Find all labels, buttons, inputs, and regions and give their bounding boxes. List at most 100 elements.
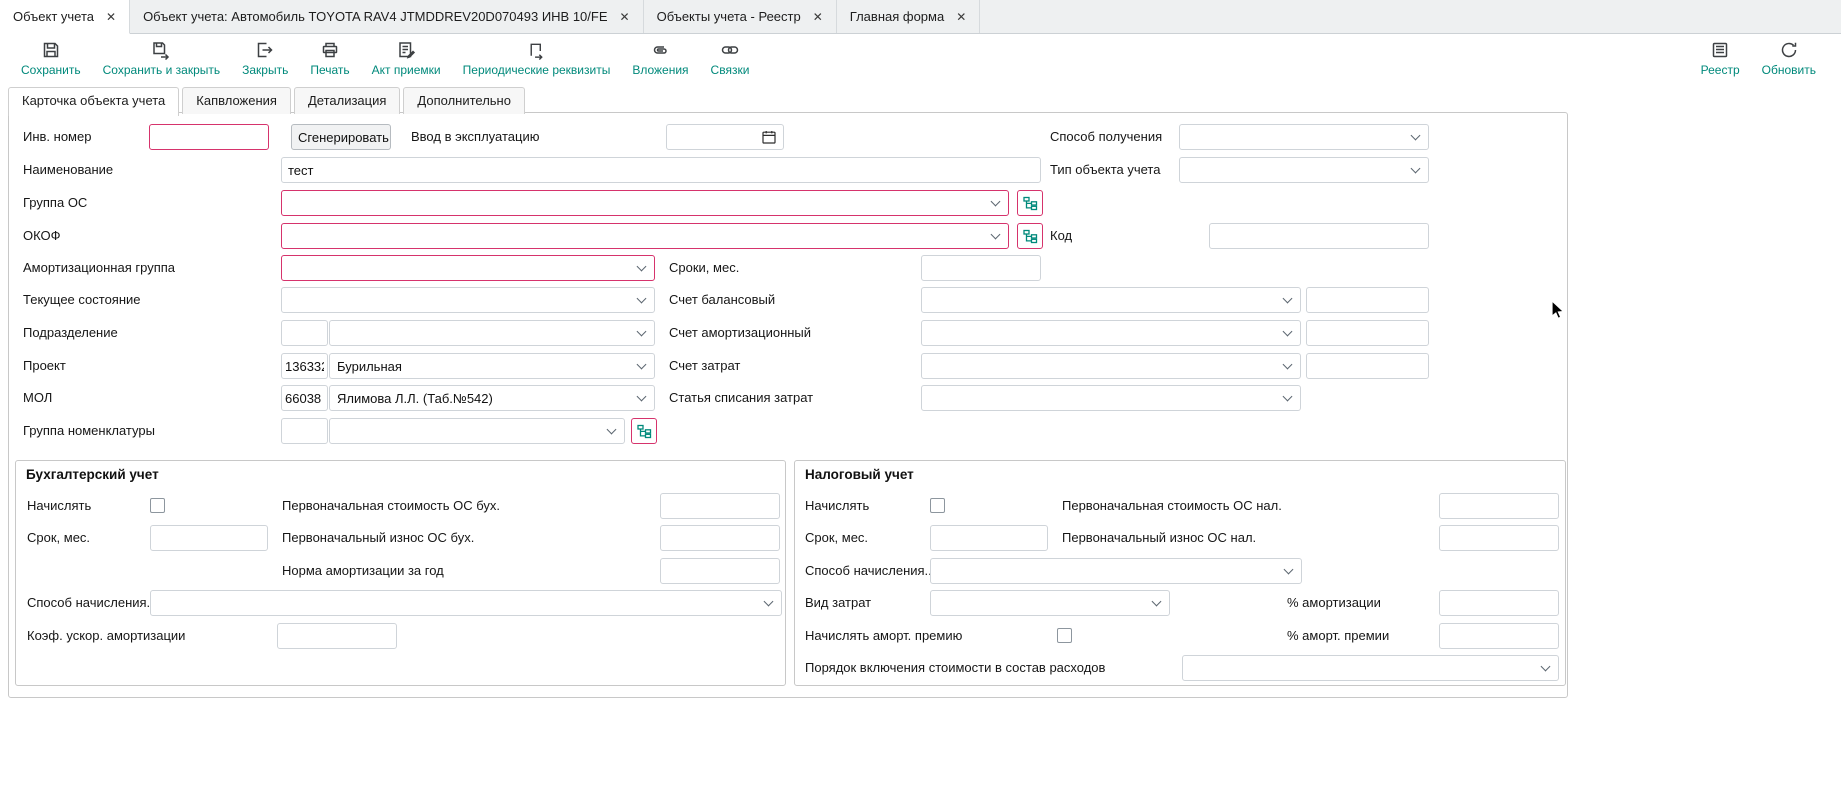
chevron-down-icon — [1152, 597, 1162, 607]
links-button[interactable]: Связки — [700, 39, 761, 78]
premium-pct-input[interactable] — [1439, 623, 1559, 649]
balance-account-code-input[interactable] — [1306, 287, 1429, 313]
nomenclature-code-input[interactable] — [281, 418, 328, 444]
acquisition-method-select[interactable] — [1179, 124, 1429, 150]
attachments-button[interactable]: Вложения — [621, 39, 699, 78]
mol-code-input[interactable] — [281, 385, 328, 411]
depreciation-group-select[interactable] — [281, 255, 655, 281]
term-label: Срок, мес. — [805, 525, 868, 551]
tax-accrue-checkbox[interactable] — [930, 498, 945, 513]
print-icon — [320, 40, 340, 60]
project-code-input[interactable] — [281, 353, 328, 379]
commissioning-date-input[interactable] — [666, 124, 784, 150]
save-icon — [41, 40, 61, 60]
initial-cost-label: Первоначальная стоимость ОС нал. — [1062, 493, 1282, 519]
chevron-down-icon — [991, 197, 1001, 207]
generate-button[interactable]: Сгенерировать — [291, 124, 391, 150]
refresh-button[interactable]: Обновить — [1751, 39, 1827, 78]
save-close-icon — [151, 40, 171, 60]
close-icon[interactable]: ✕ — [106, 11, 116, 23]
tree-icon — [1023, 196, 1038, 211]
print-button[interactable]: Печать — [299, 39, 360, 78]
cost-type-label: Вид затрат — [805, 590, 871, 616]
tab-label: Объекты учета - Реестр — [657, 9, 801, 24]
cost-account-select[interactable] — [921, 353, 1301, 379]
tax-initial-wear-input[interactable] — [1439, 525, 1559, 551]
okof-select[interactable] — [281, 223, 1009, 249]
inclusion-order-select[interactable] — [1182, 655, 1559, 681]
useful-life-input[interactable] — [921, 255, 1041, 281]
code-input[interactable] — [1209, 223, 1429, 249]
name-input[interactable] — [281, 157, 1041, 183]
document-pen-icon — [396, 40, 416, 60]
registry-button[interactable]: Реестр — [1690, 39, 1751, 78]
department-label: Подразделение — [23, 320, 118, 346]
toolbar-label: Обновить — [1762, 63, 1816, 77]
subtab-capex[interactable]: Капвложения — [182, 87, 291, 114]
initial-wear-input[interactable] — [660, 525, 780, 551]
annual-rate-input[interactable] — [660, 558, 780, 584]
initial-cost-input[interactable] — [660, 493, 780, 519]
okof-tree-button[interactable] — [1017, 223, 1043, 249]
link-icon — [720, 40, 740, 60]
term-input[interactable] — [150, 525, 268, 551]
cost-type-select[interactable] — [930, 590, 1170, 616]
terms-label: Сроки, мес. — [669, 255, 739, 281]
toolbar-label: Вложения — [632, 63, 688, 77]
subtab-additional[interactable]: Дополнительно — [403, 87, 525, 114]
okof-label: ОКОФ — [23, 223, 61, 249]
close-form-button[interactable]: Закрыть — [231, 39, 299, 78]
acceptance-act-button[interactable]: Акт приемки — [361, 39, 452, 78]
mol-select[interactable]: Ялимова Л.Л. (Таб.№542) — [329, 385, 655, 411]
chevron-down-icon — [1284, 565, 1294, 575]
tab-object-card[interactable]: Объект учета ✕ — [0, 0, 130, 34]
department-code-input[interactable] — [281, 320, 328, 346]
periodic-attributes-button[interactable]: Периодические реквизиты — [452, 39, 622, 78]
subtab-detail[interactable]: Детализация — [294, 87, 400, 114]
tax-term-input[interactable] — [930, 525, 1048, 551]
subtab-card[interactable]: Карточка объекта учета — [8, 87, 179, 116]
balance-account-select[interactable] — [921, 287, 1301, 313]
mol-label: МОЛ — [23, 385, 52, 411]
nomenclature-group-label: Группа номенклатуры — [23, 418, 155, 444]
select-value: Бурильная — [337, 359, 402, 374]
inv-number-input[interactable] — [149, 124, 269, 150]
project-select[interactable]: Бурильная — [329, 353, 655, 379]
cost-account-code-input[interactable] — [1306, 353, 1429, 379]
tab-objects-registry[interactable]: Объекты учета - Реестр ✕ — [644, 0, 837, 33]
accounting-panel: Бухгалтерский учет Начислять Первоначаль… — [15, 460, 786, 686]
object-type-select[interactable] — [1179, 157, 1429, 183]
accel-coef-input[interactable] — [277, 623, 397, 649]
close-icon[interactable]: ✕ — [620, 11, 630, 23]
nomenclature-select[interactable] — [329, 418, 625, 444]
current-state-select[interactable] — [281, 287, 655, 313]
accrue-premium-checkbox[interactable] — [1057, 628, 1072, 643]
accel-coef-label: Коэф. ускор. амортизации — [27, 623, 185, 649]
accrue-checkbox[interactable] — [150, 498, 165, 513]
depreciation-account-code-input[interactable] — [1306, 320, 1429, 346]
chevron-down-icon — [637, 327, 647, 337]
save-button[interactable]: Сохранить — [10, 39, 92, 78]
close-icon[interactable]: ✕ — [813, 11, 823, 23]
department-select[interactable] — [329, 320, 655, 346]
periodic-icon — [526, 40, 546, 60]
depreciation-account-label: Счет амортизационный — [669, 320, 811, 346]
commissioning-label: Ввод в эксплуатацию — [411, 124, 539, 150]
project-label: Проект — [23, 353, 66, 379]
tab-main-form[interactable]: Главная форма ✕ — [837, 0, 980, 33]
nomenclature-tree-button[interactable] — [631, 418, 657, 444]
depreciation-account-select[interactable] — [921, 320, 1301, 346]
chevron-down-icon — [637, 294, 647, 304]
toolbar-label: Периодические реквизиты — [463, 63, 611, 77]
accrual-method-select[interactable] — [150, 590, 782, 616]
os-group-select[interactable] — [281, 190, 1009, 216]
os-group-tree-button[interactable] — [1017, 190, 1043, 216]
tab-object-toyota[interactable]: Объект учета: Автомобиль TOYOTA RAV4 JTM… — [130, 0, 644, 33]
cost-writeoff-select[interactable] — [921, 385, 1301, 411]
tax-accrual-method-select[interactable] — [930, 558, 1302, 584]
cost-writeoff-label: Статья списания затрат — [669, 385, 813, 411]
tax-initial-cost-input[interactable] — [1439, 493, 1559, 519]
close-icon[interactable]: ✕ — [956, 11, 966, 23]
depreciation-pct-input[interactable] — [1439, 590, 1559, 616]
save-and-close-button[interactable]: Сохранить и закрыть — [92, 39, 231, 78]
